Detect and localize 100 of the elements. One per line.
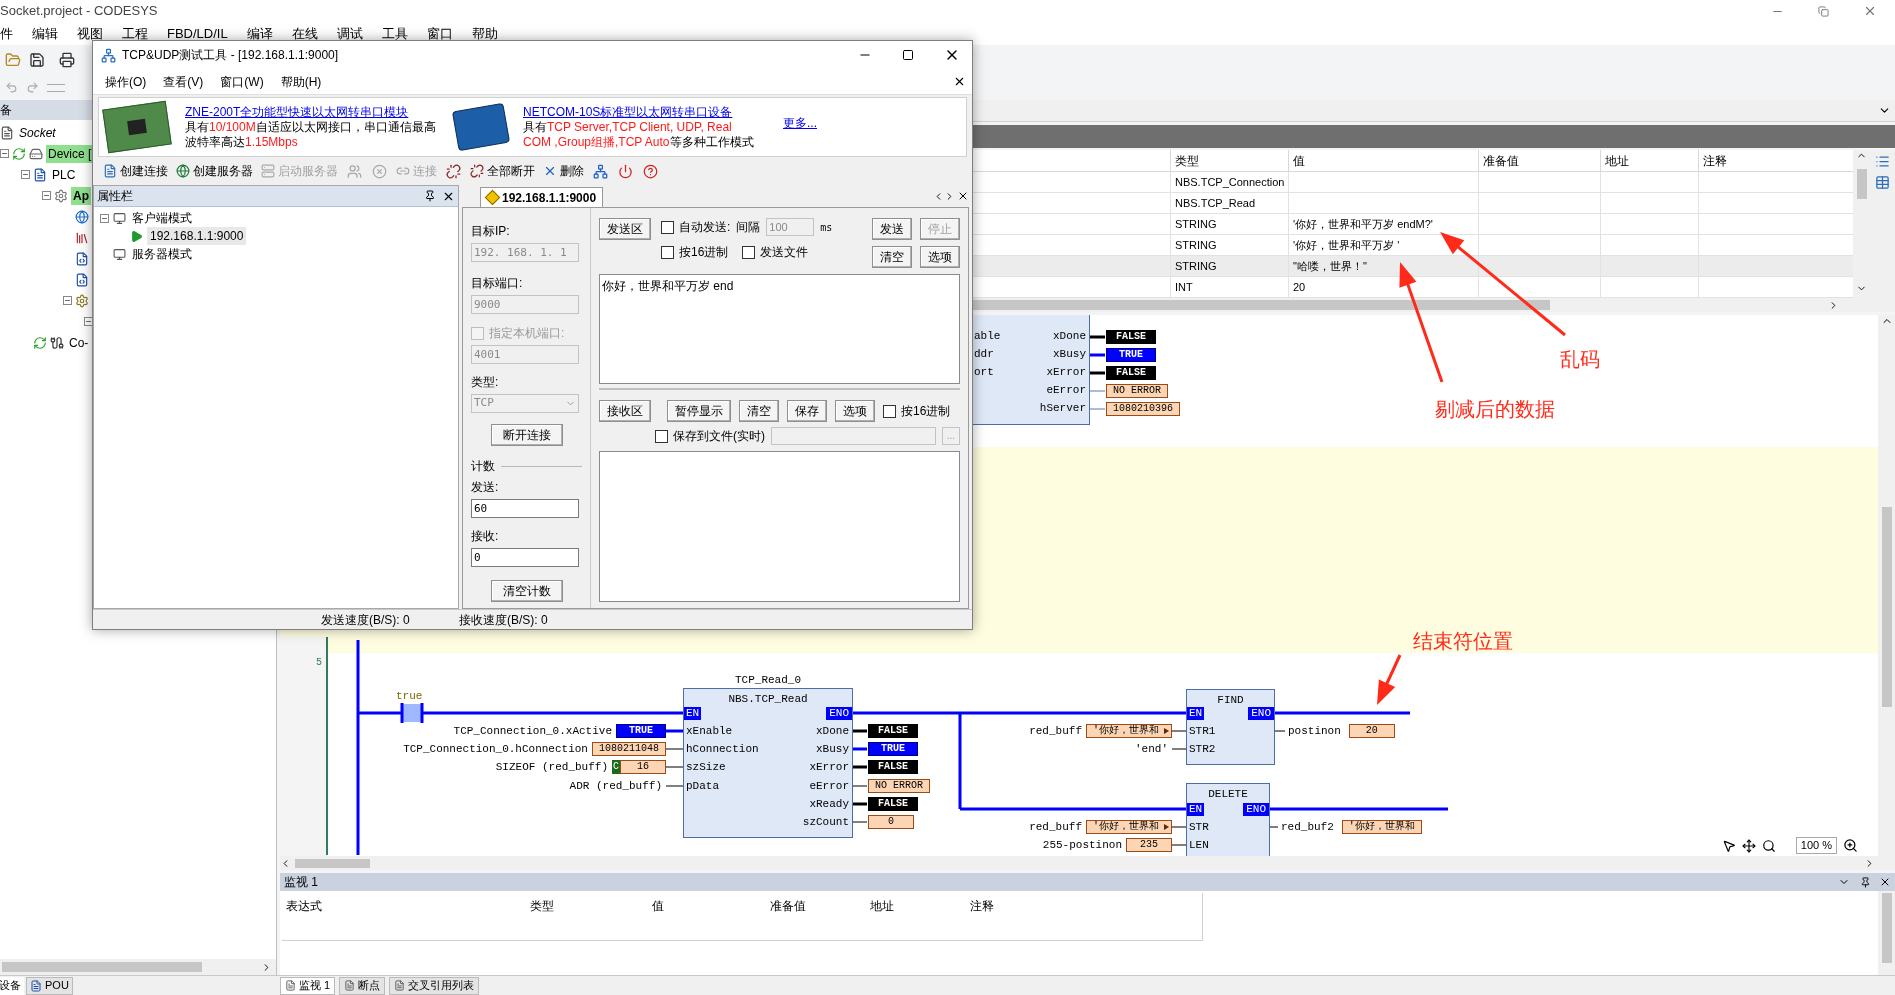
tree-item[interactable]: Socket	[17, 123, 58, 142]
unlink-icon[interactable]	[446, 163, 461, 179]
pause-button[interactable]: 暂停显示	[667, 400, 731, 422]
maximize-icon[interactable]	[902, 49, 914, 61]
send-button[interactable]: 发送	[872, 218, 912, 240]
tree-item[interactable]: 客户端模式	[130, 209, 194, 227]
tab[interactable]: 192.168.1.1:9000	[480, 187, 604, 207]
pin-icon[interactable]	[1860, 876, 1871, 888]
panel-title: 监视 1	[284, 874, 318, 891]
menu-item[interactable]: 件	[0, 23, 13, 44]
network-icon[interactable]	[593, 163, 608, 179]
file-path-field[interactable]	[771, 427, 936, 445]
collapse-icon[interactable]	[63, 296, 72, 305]
disconnect-all-button[interactable]: 全部断开	[468, 162, 537, 180]
save-button[interactable]: 保存	[787, 400, 827, 422]
tab[interactable]: 断点	[339, 976, 386, 995]
menu-item[interactable]: 窗口	[426, 23, 453, 44]
close-icon[interactable]	[1879, 876, 1891, 888]
ad-text: 具有TCP Server,TCP Client, UDP, Real	[523, 119, 733, 135]
menu-item[interactable]: 调试	[336, 23, 363, 44]
close-icon[interactable]	[953, 75, 966, 88]
checkbox[interactable]	[742, 245, 756, 259]
save-icon[interactable]	[29, 52, 45, 68]
help-icon[interactable]	[643, 163, 658, 179]
pin-label: STR1	[1189, 725, 1216, 738]
list-icon[interactable]	[1875, 154, 1890, 169]
collapse-icon[interactable]	[42, 191, 51, 200]
close-icon[interactable]	[957, 190, 969, 202]
send-text-field[interactable]: 你好，世界和平万岁 end	[599, 274, 960, 384]
zoom-icon[interactable]	[1843, 838, 1858, 853]
menu-item[interactable]: 编辑	[32, 23, 58, 44]
pin-label: eError	[1046, 384, 1086, 397]
scrollbar-thumb[interactable]	[295, 858, 370, 868]
checkbox[interactable]	[661, 245, 674, 259]
block-type-label: NBS.TCP_Read	[727, 692, 809, 707]
tab[interactable]: 监视 1	[280, 976, 336, 995]
checkbox[interactable]	[661, 220, 674, 234]
menu-item[interactable]: 工程	[122, 23, 148, 44]
ad-link[interactable]: NETCOM-10S标准型以太网转串口设备	[523, 104, 761, 120]
gear-icon	[54, 188, 68, 203]
receive-area-button[interactable]: 接收区	[599, 400, 651, 422]
menu-item[interactable]: 帮助(H)	[280, 72, 322, 91]
menu-item[interactable]: 在线	[291, 23, 318, 44]
checkbox[interactable]	[883, 404, 896, 418]
field-label: 接收:	[471, 528, 500, 545]
receive-text-field[interactable]	[599, 451, 960, 602]
table-cell-text: "哈喽，世界！"	[1293, 258, 1367, 274]
options-button[interactable]: 选项	[920, 246, 960, 268]
scrollbar-thumb[interactable]	[1856, 169, 1867, 199]
ad-text: 波特率高达1.15Mbps	[185, 134, 299, 150]
server-icon	[261, 164, 275, 178]
clear-button[interactable]: 清空	[739, 400, 779, 422]
power-icon[interactable]	[618, 163, 633, 179]
menu-item[interactable]: 帮助	[471, 23, 498, 44]
pin-label: xError	[1046, 366, 1086, 379]
printer-icon[interactable]	[59, 52, 75, 68]
tab[interactable]: 交叉引用列表	[389, 976, 480, 995]
collapse-icon[interactable]	[0, 149, 9, 158]
variable-label: red_buff	[1029, 723, 1082, 739]
menu-item[interactable]: 窗口(W)	[220, 72, 264, 91]
scrollbar-thumb[interactable]	[1881, 507, 1892, 707]
create-connection-button[interactable]: 创建连接	[101, 162, 170, 180]
create-server-button[interactable]: 创建服务器	[174, 162, 255, 180]
checkbox[interactable]	[655, 429, 668, 443]
open-folder-icon[interactable]	[5, 52, 21, 68]
table-icon[interactable]	[1875, 175, 1890, 190]
tree-item[interactable]: Ap	[71, 186, 91, 205]
zoom-field[interactable]: 100 %	[1795, 837, 1837, 854]
pointer-icon[interactable]	[1721, 838, 1736, 853]
tree-item[interactable]: 服务器模式	[130, 245, 194, 263]
ad-link[interactable]: ZNE-200T全功能型快速以太网转串口模块	[185, 104, 447, 120]
pin-label: xReady	[809, 798, 849, 811]
pin-label: szSize	[686, 761, 726, 774]
pin-label: xEnable	[686, 725, 733, 738]
tree-item[interactable]: Co-	[67, 333, 91, 352]
column-header: 地址	[1600, 150, 1698, 171]
menu-item[interactable]: 查看(V)	[163, 72, 204, 91]
clear-button[interactable]: 清空	[872, 246, 912, 268]
move-icon[interactable]	[1741, 838, 1756, 853]
collapse-icon[interactable]	[100, 213, 109, 223]
menu-item[interactable]: 视图	[77, 23, 103, 44]
more-link[interactable]: 更多...	[783, 114, 817, 132]
tree-item[interactable]: 192.168.1.1:9000	[147, 227, 247, 245]
menu-item[interactable]: 编译	[246, 23, 273, 44]
scrollbar-thumb[interactable]	[2, 962, 202, 972]
tab[interactable]: POU	[26, 976, 73, 995]
pin-icon[interactable]	[424, 190, 436, 202]
options-button[interactable]: 选项	[835, 400, 875, 422]
pin-label: eError	[809, 780, 849, 793]
scrollbar-thumb[interactable]	[1881, 893, 1892, 963]
menu-item[interactable]: 操作(O)	[105, 72, 147, 91]
tree-item[interactable]: PLC	[50, 165, 78, 184]
menu-item[interactable]: 工具	[381, 23, 408, 44]
send-area-button[interactable]: 发送区	[599, 218, 651, 240]
tree-item[interactable]: Device [	[46, 144, 94, 163]
collapse-icon[interactable]	[21, 170, 30, 179]
menu-item[interactable]: FBD/LD/IL	[167, 23, 228, 44]
delete-button[interactable]: 删除	[541, 162, 586, 180]
search-icon[interactable]	[1761, 838, 1776, 853]
restore-icon[interactable]	[1818, 5, 1829, 17]
